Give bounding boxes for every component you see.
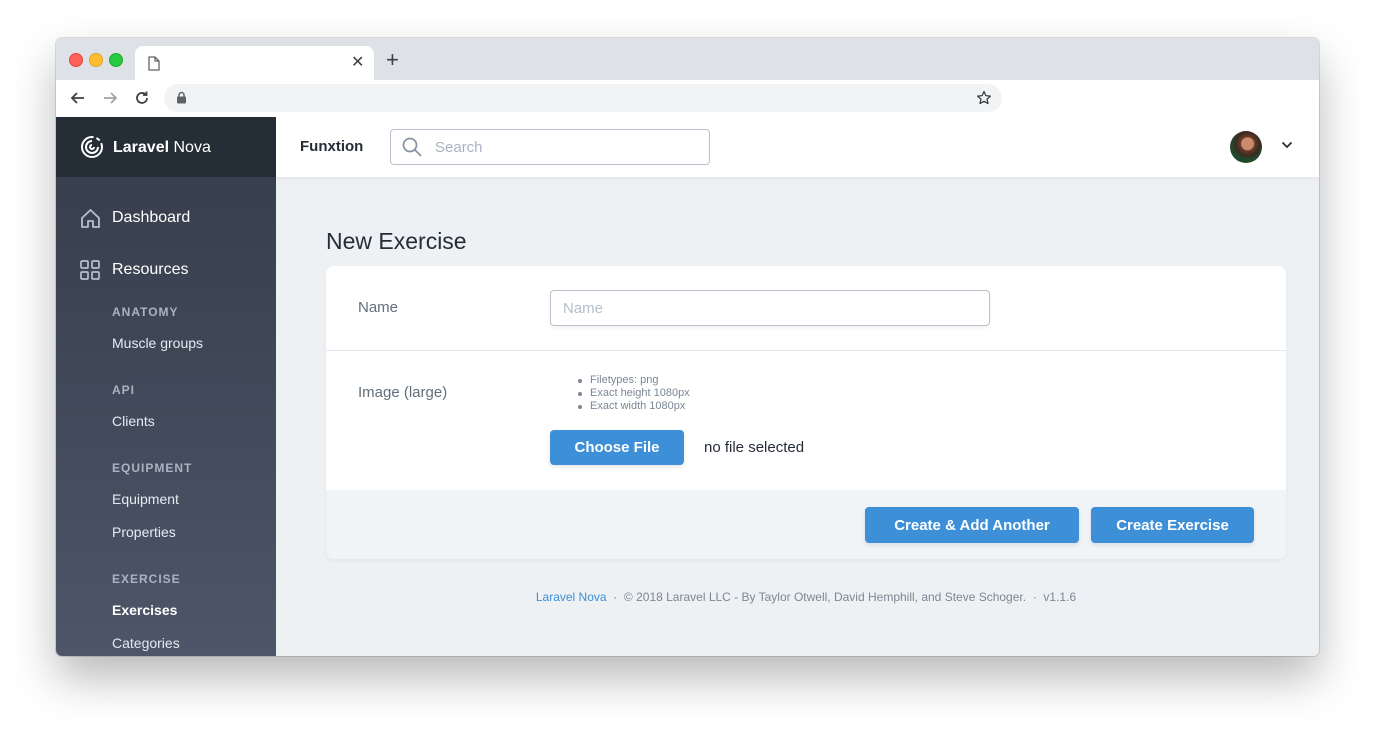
choose-file-button[interactable]: Choose File [550,430,684,465]
new-tab-icon[interactable]: + [386,49,399,71]
maximize-window-button[interactable] [109,53,123,67]
copyright-text: © 2018 Laravel LLC - By Taylor Otwell, D… [623,590,1027,604]
divider [326,350,1286,351]
sidebar-item-label: Dashboard [112,209,191,226]
chevron-down-icon[interactable] [1281,141,1293,149]
browser-window: ✕ + Laravel Nova Dashboard Resources ANA… [56,38,1319,656]
image-label: Image (large) [358,384,448,401]
file-rule: Exact height 1080px [578,387,690,399]
create-and-add-another-button[interactable]: Create & Add Another [865,507,1079,543]
file-rule: Filetypes: png [578,374,690,387]
document-icon [148,56,160,71]
group-title-api: API [112,383,136,397]
close-tab-icon[interactable]: ✕ [351,55,364,71]
brand-name: Laravel Nova [113,139,211,156]
sidebar-item-categories[interactable]: Categories [112,635,180,651]
minimize-window-button[interactable] [89,53,103,67]
name-label: Name [358,299,399,316]
create-exercise-button[interactable]: Create Exercise [1091,507,1254,543]
browser-tab[interactable]: ✕ [135,46,374,80]
bookmark-star-icon[interactable] [976,90,992,106]
address-bar[interactable] [164,84,1002,112]
nova-app: Laravel Nova Dashboard Resources ANATOMY… [56,117,1319,656]
group-title-anatomy: ANATOMY [112,305,179,319]
name-input[interactable] [550,290,990,326]
home-icon [81,209,100,228]
create-form-card: Name Image (large) Filetypes: png Exact … [326,266,1286,559]
nova-logo-icon [81,136,103,158]
page-footer: Laravel Nova · © 2018 Laravel LLC - By T… [276,590,1319,604]
form-actions: Create & Add Another Create Exercise [326,490,1286,559]
page-title: New Exercise [326,228,467,254]
back-arrow-icon[interactable] [69,89,87,107]
file-rule: Exact width 1080px [578,400,690,413]
search-icon [402,137,422,157]
close-window-button[interactable] [69,53,83,67]
lock-icon [177,91,186,104]
sidebar-item-properties[interactable]: Properties [112,524,176,540]
sidebar-item-label: Resources [112,261,189,278]
top-header: Funxtion [276,117,1319,177]
group-title-equipment: EQUIPMENT [112,461,193,475]
grid-icon [80,260,100,280]
file-rules-list: Filetypes: png Exact height 1080px Exact… [578,374,690,413]
brand[interactable]: Laravel Nova [56,117,276,177]
tab-strip: ✕ + [56,38,1319,80]
browser-toolbar [56,80,1319,118]
nova-link[interactable]: Laravel Nova [536,590,607,604]
global-search[interactable] [390,129,710,165]
reload-icon[interactable] [133,89,151,107]
sidebar-item-equipment[interactable]: Equipment [112,491,179,507]
avatar[interactable] [1230,131,1262,163]
version-text: v1.1.6 [1043,590,1077,604]
main-content: Funxtion New Exercise Name [276,117,1319,656]
group-title-exercise: EXERCISE [112,572,181,586]
sidebar-item-muscle-groups[interactable]: Muscle groups [112,335,203,351]
app-name: Funxtion [300,138,364,155]
sidebar-item-exercises[interactable]: Exercises [112,602,177,618]
separator: · [613,590,618,604]
sidebar-item-clients[interactable]: Clients [112,413,155,429]
file-status: no file selected [704,439,805,456]
forward-arrow-icon[interactable] [101,89,119,107]
sidebar: Laravel Nova Dashboard Resources ANATOMY… [56,117,276,656]
separator: · [1032,590,1037,604]
search-input[interactable] [435,137,695,157]
